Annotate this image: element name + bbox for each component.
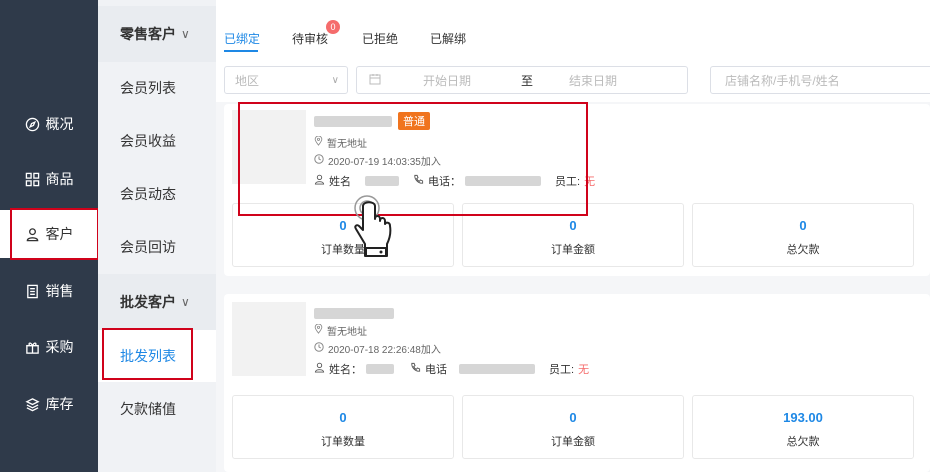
stat-value: 0: [569, 410, 577, 425]
staff-value: 无: [578, 364, 590, 376]
nav-item-inventory[interactable]: 库存: [0, 380, 98, 428]
tab-label: 已拒绝: [362, 32, 399, 46]
chevron-down-icon: ∨: [331, 74, 339, 86]
date-separator: 至: [521, 73, 534, 88]
start-date-input[interactable]: 开始日期: [423, 72, 471, 89]
staff-label: 员工:: [549, 364, 575, 376]
main-content: 已绑定 待审核 0 已拒绝 已解绑 地区 ∨ 开始日期 至 结束日期 店铺名称/…: [216, 0, 930, 472]
user-icon: [314, 362, 325, 376]
nav-label: 采购: [45, 339, 74, 355]
hand-pointer-icon: [353, 194, 395, 260]
tab-unbound[interactable]: 已解绑: [430, 30, 466, 47]
highlight-box-customer-info: [238, 102, 588, 216]
tab-bound[interactable]: 已绑定: [224, 30, 260, 47]
tab-pending[interactable]: 待审核 0: [292, 20, 341, 47]
sub-nav: 零售客户 ∨ 会员列表 会员收益 会员动态 会员回访 批发客户 ∨ 批发列表 欠…: [98, 0, 216, 472]
stat-total-debt: 0 总欠款: [692, 203, 914, 267]
sub-item-label: 会员回访: [120, 239, 176, 255]
stat-value: 0: [799, 218, 807, 233]
location-pin-icon: [314, 323, 323, 337]
joined-line: 2020-07-18 22:26:48加入: [314, 341, 441, 356]
customer-avatar: [232, 302, 306, 376]
sub-item-label: 欠款储值: [120, 401, 176, 417]
filter-bar: 已绑定 待审核 0 已拒绝 已解绑 地区 ∨ 开始日期 至 结束日期 店铺名称/…: [216, 0, 930, 102]
region-select[interactable]: 地区 ∨: [224, 66, 348, 94]
stat-label: 总欠款: [786, 436, 820, 448]
sub-item-member-activity[interactable]: 会员动态: [98, 168, 216, 220]
highlight-box-customers: [10, 208, 99, 260]
stat-label: 总欠款: [786, 244, 820, 256]
address-text: 暂无地址: [327, 327, 367, 338]
sub-item-member-visits[interactable]: 会员回访: [98, 221, 216, 273]
date-range-picker[interactable]: 开始日期 至 结束日期: [356, 66, 688, 94]
highlight-box-wholesale-list: [102, 328, 193, 380]
name-value-blurred: [366, 364, 394, 374]
active-tab-indicator: [224, 50, 258, 52]
stat-value: 193.00: [783, 410, 823, 425]
wholesale-customers-header[interactable]: 批发客户 ∨: [98, 274, 216, 330]
sub-item-member-list[interactable]: 会员列表: [98, 62, 216, 114]
sub-item-label: 会员动态: [120, 186, 176, 202]
clock-icon: [314, 342, 324, 355]
stat-total-debt: 193.00 总欠款: [692, 395, 914, 459]
nav-label: 概况: [45, 116, 74, 132]
nav-item-products[interactable]: 商品: [0, 155, 98, 203]
contact-line: 姓名： 电话 员工: 无: [314, 361, 589, 377]
chevron-down-icon: ∨: [181, 295, 190, 309]
nav-item-purchase[interactable]: 采购: [0, 323, 98, 371]
document-icon: [25, 284, 40, 299]
calendar-icon: [369, 73, 381, 88]
stat-order-amount: 0 订单金额: [462, 395, 684, 459]
sub-item-member-earnings[interactable]: 会员收益: [98, 115, 216, 167]
nav-item-overview[interactable]: 概况: [0, 100, 98, 148]
stat-label: 订单数量: [321, 244, 365, 256]
sub-item-debt-balance[interactable]: 欠款储值: [98, 383, 216, 435]
retail-header-label: 零售客户: [120, 26, 176, 42]
sub-item-label: 会员收益: [120, 133, 176, 149]
tab-label: 已解绑: [430, 32, 467, 46]
search-input[interactable]: 店铺名称/手机号/姓名: [710, 66, 930, 94]
stat-order-count: 0 订单数量: [232, 395, 454, 459]
name-label: 姓名：: [329, 364, 362, 376]
stat-value: 0: [339, 410, 347, 425]
customer-card[interactable]: 暂无地址 2020-07-18 22:26:48加入 姓名： 电话 员工: 无 …: [224, 294, 930, 472]
compass-icon: [25, 117, 40, 132]
gift-icon: [25, 340, 40, 355]
joined-text: 2020-07-18 22:26:48加入: [328, 345, 441, 356]
search-placeholder: 店铺名称/手机号/姓名: [725, 73, 840, 88]
retail-customers-header[interactable]: 零售客户 ∨: [98, 6, 216, 62]
nav-label: 库存: [45, 396, 74, 412]
tab-rejected[interactable]: 已拒绝: [362, 30, 398, 47]
phone-value-blurred: [459, 364, 535, 374]
nav-label: 销售: [45, 283, 74, 299]
phone-label: 电话: [425, 364, 447, 376]
stat-label: 订单数量: [321, 436, 365, 448]
region-placeholder: 地区: [235, 73, 260, 88]
stat-label: 订单金额: [551, 244, 595, 256]
wholesale-header-label: 批发客户: [120, 294, 176, 310]
tab-label: 已绑定: [224, 32, 261, 46]
pending-count-badge: 0: [326, 20, 341, 34]
stat-value: 0: [569, 218, 577, 233]
sub-item-label: 会员列表: [120, 80, 176, 96]
grid-icon: [25, 172, 40, 187]
tab-label: 待审核: [292, 32, 329, 46]
address-line: 暂无地址: [314, 323, 367, 338]
stat-value: 0: [339, 218, 347, 233]
stat-label: 订单金额: [551, 436, 595, 448]
end-date-input[interactable]: 结束日期: [569, 72, 617, 89]
chevron-down-icon: ∨: [181, 27, 190, 41]
nav-label: 商品: [45, 171, 74, 187]
nav-item-sales[interactable]: 销售: [0, 267, 98, 315]
customer-name-blurred: [314, 305, 394, 323]
layers-icon: [24, 397, 40, 412]
phone-icon: [410, 362, 421, 376]
